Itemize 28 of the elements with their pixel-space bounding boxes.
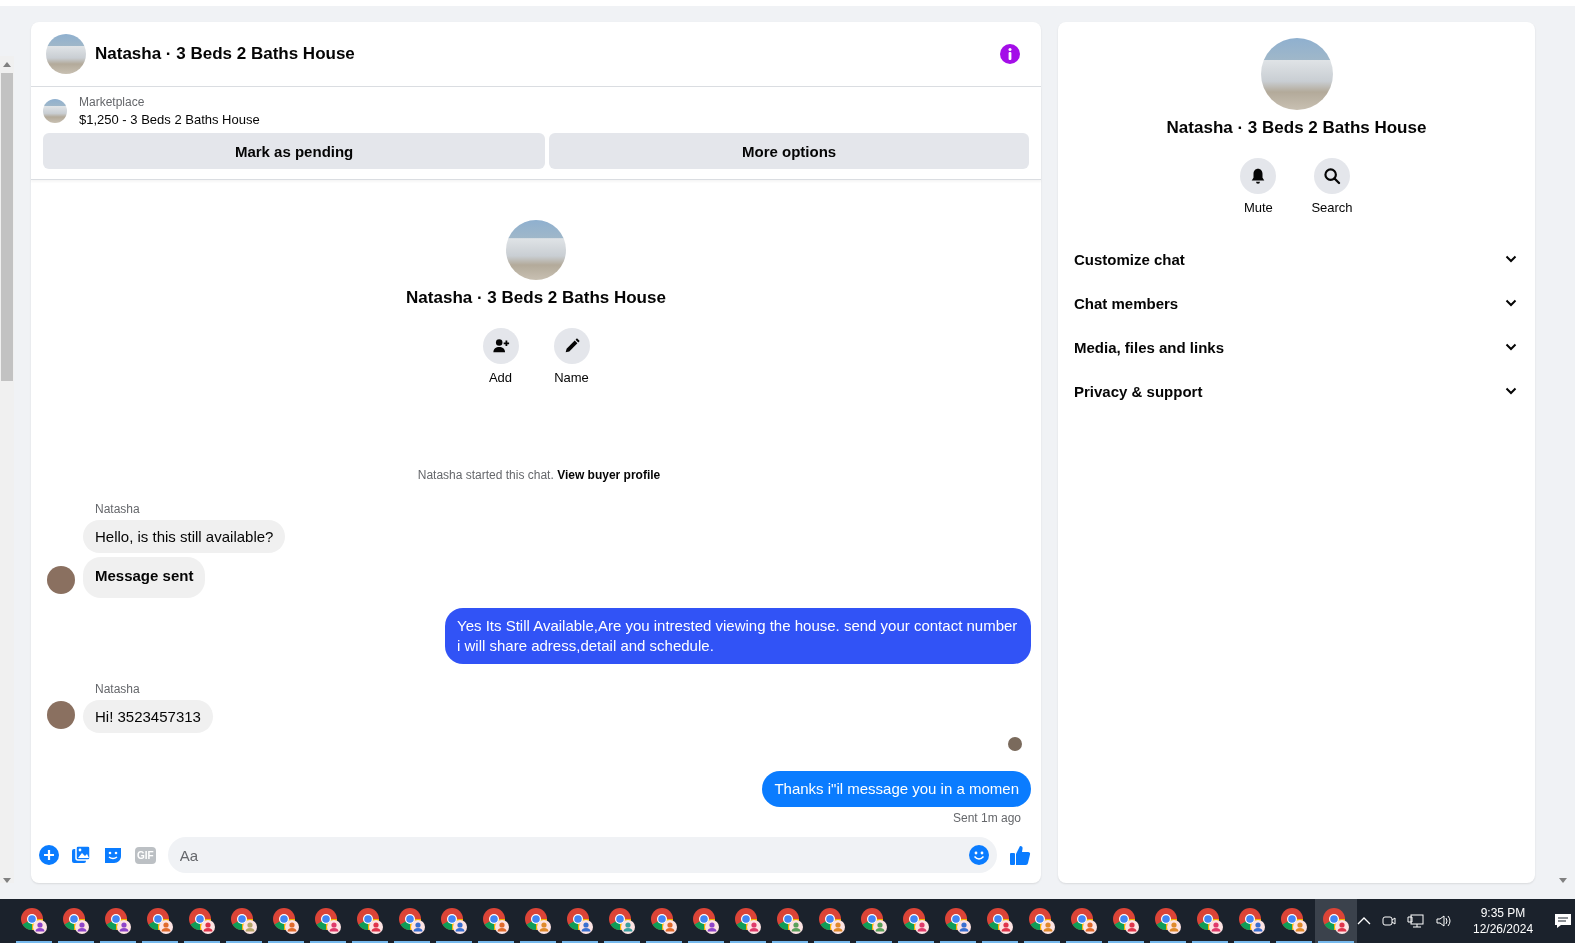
- message-bubble: Yes Its Still Available,Are you intrested viewing the house. send your contact number i will share adress,detail and schedule.: [445, 608, 1031, 664]
- chat-start-note: Natasha started this chat. View buyer profile: [416, 468, 662, 482]
- action-label: Name: [554, 370, 589, 385]
- message-input[interactable]: Aa: [167, 837, 997, 873]
- chat-title: Natasha · 3 Beds 2 Baths House: [95, 44, 356, 64]
- listing-source: Marketplace: [79, 95, 146, 109]
- section-header[interactable]: Customize chat: [1074, 237, 1519, 281]
- listing-button[interactable]: Mark as pending: [43, 133, 546, 169]
- view-profile-link[interactable]: View buyer profile: [557, 468, 661, 482]
- clock-date[interactable]: 12/26/2024: [1473, 922, 1534, 936]
- section-header[interactable]: Privacy & support: [1074, 369, 1519, 413]
- action-label: Add: [488, 370, 513, 385]
- message-status: Sent 1m ago: [952, 811, 1021, 825]
- section-header[interactable]: Media, files and links: [1074, 325, 1519, 369]
- message-bubble: Hi! 3523457313: [83, 700, 213, 733]
- message-bubble: Thanks i"il message you in a momen: [762, 771, 1031, 807]
- sender-name: Natasha: [95, 682, 141, 696]
- action-label: Mute: [1243, 200, 1273, 215]
- action-label: Search: [1311, 200, 1353, 215]
- message-bubble: Hello, is this still available?: [83, 520, 286, 553]
- sender-name: Natasha: [95, 502, 141, 516]
- chat-title: Natasha · 3 Beds 2 Baths House: [406, 288, 666, 308]
- message-bubble: Message sent: [83, 557, 206, 598]
- listing-button[interactable]: More options: [549, 133, 1029, 169]
- listing-name[interactable]: $1,250 - 3 Beds 2 Baths House: [79, 112, 260, 127]
- clock-time[interactable]: 9:35 PM: [1480, 906, 1526, 920]
- section-header[interactable]: Chat members: [1074, 281, 1519, 325]
- chat-title: Natasha · 3 Beds 2 Baths House: [1166, 118, 1427, 138]
